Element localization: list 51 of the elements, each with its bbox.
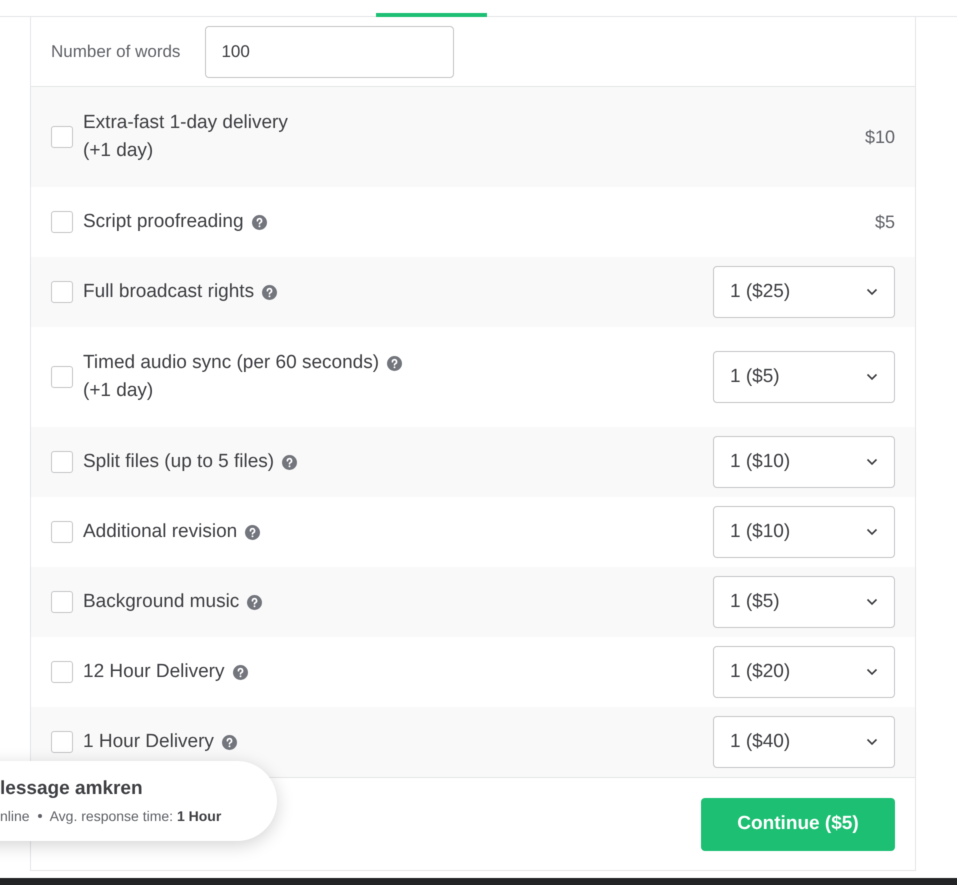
- extra-label: Script proofreading: [83, 211, 244, 233]
- extra-label: Extra-fast 1-day delivery: [83, 112, 288, 134]
- extra-label: 12 Hour Delivery: [83, 661, 224, 683]
- separator-dot: [38, 814, 42, 818]
- checkbox[interactable]: [51, 731, 73, 753]
- quantity-dropdown[interactable]: 1 ($5): [713, 576, 895, 628]
- chevron-icon: [866, 288, 878, 296]
- words-input[interactable]: 100: [205, 26, 454, 78]
- field-label: Number of words: [51, 42, 180, 62]
- help-icon[interactable]: [262, 284, 278, 300]
- checkbox[interactable]: [51, 451, 73, 473]
- extra-label: Additional revision: [83, 521, 238, 543]
- quantity-dropdown[interactable]: 1 ($25): [713, 266, 895, 318]
- chat-bubble[interactable]: lessage amkren nline Avg. response time: 1 Hour: [0, 761, 277, 841]
- quantity-dropdown[interactable]: 1 ($40): [713, 716, 895, 768]
- chevron-icon: [866, 668, 878, 676]
- extra-label: Full broadcast rights: [83, 281, 254, 303]
- chat-title: lessage amkren: [0, 778, 144, 800]
- extra-label: 1 Hour Delivery: [83, 731, 214, 753]
- chat-status: nline: [0, 808, 30, 824]
- help-icon[interactable]: [222, 734, 237, 750]
- response-time: Avg. response time: 1 Hour: [50, 808, 222, 824]
- extra-label: Timed audio sync (per 60 seconds): [83, 352, 380, 374]
- help-icon[interactable]: [232, 664, 248, 680]
- checkbox[interactable]: [51, 281, 73, 303]
- checkbox[interactable]: [51, 126, 73, 148]
- chevron-icon: [866, 458, 878, 466]
- checkbox[interactable]: [51, 521, 73, 543]
- extra-note: (+1 day): [83, 380, 154, 402]
- help-icon[interactable]: [247, 594, 262, 610]
- chevron-icon: [866, 373, 878, 381]
- extra-price: $5: [874, 212, 895, 232]
- help-icon[interactable]: [245, 524, 260, 540]
- checkbox[interactable]: [51, 591, 73, 613]
- extra-note: (+1 day): [83, 140, 154, 162]
- extra-price: $10: [864, 126, 895, 148]
- checkbox[interactable]: [51, 661, 73, 683]
- checkbox[interactable]: [51, 366, 73, 388]
- extra-label: Split files (up to 5 files): [83, 451, 274, 473]
- checkbox[interactable]: [51, 211, 73, 233]
- help-icon[interactable]: [282, 454, 298, 470]
- quantity-dropdown[interactable]: 1 ($5): [713, 351, 895, 403]
- chevron-icon: [866, 738, 878, 746]
- help-icon[interactable]: [387, 356, 402, 370]
- extra-label: Background music: [83, 591, 240, 613]
- quantity-dropdown[interactable]: 1 ($20): [713, 646, 895, 698]
- quantity-dropdown[interactable]: 1 ($10): [713, 506, 895, 558]
- help-icon[interactable]: [252, 214, 267, 230]
- chevron-icon: [866, 528, 878, 536]
- quantity-dropdown[interactable]: 1 ($10): [713, 436, 895, 488]
- chevron-icon: [866, 598, 878, 606]
